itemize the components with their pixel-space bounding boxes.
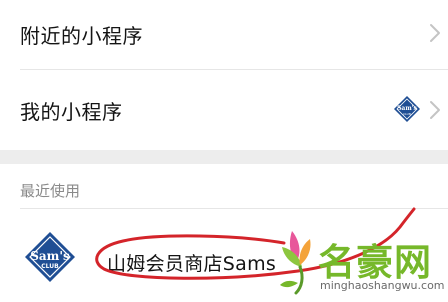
sams-mini-wordmark: Sam's: [397, 105, 417, 112]
sams-wordmark: Sam's: [30, 249, 70, 263]
club-mini-wordmark: CLUB: [403, 112, 411, 116]
section-gap: [0, 150, 448, 164]
watermark-url: minghaoshangwu.com: [320, 279, 445, 292]
recent-app-name: 山姆会员商店Sams C: [107, 253, 283, 275]
recent-section-title: 最近使用: [20, 182, 81, 200]
club-wordmark: CLUB: [41, 263, 59, 270]
chevron-right-icon: [428, 99, 442, 121]
chevron-right-icon: [428, 22, 442, 44]
watermark-name: 名豪网: [318, 241, 432, 284]
nearby-mini-programs-row[interactable]: 附近的小程序: [0, 0, 448, 68]
sams-club-mini-icon: Sam's CLUB: [393, 95, 421, 123]
my-mini-programs-label: 我的小程序: [20, 100, 123, 124]
nearby-mini-programs-label: 附近的小程序: [20, 24, 143, 48]
sams-club-logo: Sam's CLUB: [24, 231, 76, 283]
